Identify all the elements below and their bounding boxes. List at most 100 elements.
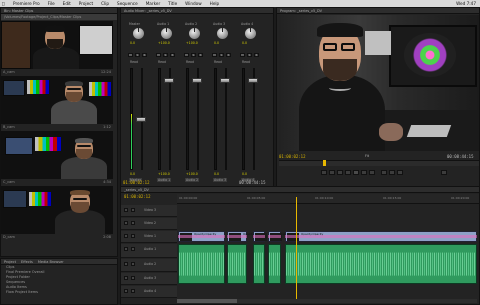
play-icon[interactable] (353, 170, 359, 175)
record-button[interactable]: R (198, 53, 203, 57)
tab-media-browser[interactable]: Media Browser (38, 259, 64, 264)
track-header[interactable]: Video 1 (121, 231, 177, 243)
step-back-icon[interactable] (345, 170, 351, 175)
pan-value[interactable]: 0.0 (214, 41, 219, 45)
record-button[interactable]: R (254, 53, 259, 57)
track-visibility-icon[interactable] (124, 289, 128, 293)
menu-window[interactable]: Window (181, 0, 206, 7)
track-header[interactable]: Video 2 (121, 218, 177, 230)
audio-clip[interactable] (285, 244, 477, 284)
project-item[interactable]: Flow Project Items (1, 290, 117, 295)
tab-effects[interactable]: Effects (21, 259, 33, 264)
volume-value[interactable]: 0.0 (130, 172, 135, 176)
track-visibility-icon[interactable] (124, 221, 128, 225)
pan-knob-icon[interactable] (161, 28, 172, 39)
track-lock-icon[interactable] (131, 234, 135, 238)
track-lock-icon[interactable] (131, 289, 135, 293)
audio-clip[interactable] (178, 244, 225, 284)
track-lock-icon[interactable] (131, 208, 135, 212)
track-visibility-icon[interactable] (124, 234, 128, 238)
go-to-out-icon[interactable] (369, 170, 375, 175)
go-to-in-icon[interactable] (337, 170, 343, 175)
track-header[interactable]: Audio 4 (121, 286, 177, 298)
automation-mode[interactable]: Read (158, 60, 166, 64)
volume-fader[interactable] (220, 78, 230, 83)
tab-project[interactable]: Project (4, 259, 16, 264)
track-header[interactable]: Audio 2 (121, 259, 177, 272)
pan-value[interactable]: 0.0 (242, 41, 247, 45)
bin-clip[interactable]: B_cam 1:12 (1, 76, 113, 130)
volume-fader[interactable] (248, 78, 258, 83)
record-button[interactable]: R (170, 53, 175, 57)
pan-knob-icon[interactable] (189, 28, 200, 39)
timeline-ruler[interactable]: 01:00:00:00 01:00:05:00 01:00:10:00 01:0… (177, 194, 479, 204)
timeline-tab[interactable]: _series_v5_DV (121, 187, 479, 193)
menu-clip[interactable]: Clip (97, 0, 113, 7)
solo-button[interactable]: S (191, 53, 196, 57)
bin-clip[interactable]: A_cam 12:24 (1, 21, 113, 75)
record-button[interactable]: R (226, 53, 231, 57)
volume-fader[interactable] (136, 117, 146, 122)
volume-value[interactable]: 0.0 (214, 172, 219, 176)
program-time-ruler[interactable] (279, 160, 479, 166)
pan-knob-icon[interactable] (217, 28, 228, 39)
volume-fader[interactable] (164, 78, 174, 83)
export-frame-icon[interactable] (397, 170, 403, 175)
timeline-timecode[interactable]: 01:00:02:12 (124, 194, 151, 199)
audio-clip[interactable] (253, 244, 265, 284)
settings-icon[interactable] (441, 170, 447, 175)
audio-clip[interactable] (268, 244, 281, 284)
menu-app[interactable]: Premiere Pro (9, 0, 44, 7)
program-tab[interactable]: Program: _series_v5_DV (277, 8, 479, 14)
timeline-scrollbar[interactable] (177, 299, 477, 303)
mixer-timecode[interactable]: 01:00:02:12 (123, 180, 150, 185)
audio-clip[interactable] (227, 244, 247, 284)
mixer-tab[interactable]: Audio Mixer: _series_v5_DV (121, 8, 273, 14)
automation-mode[interactable]: Read (214, 60, 222, 64)
mute-button[interactable]: M (212, 53, 217, 57)
track-header[interactable]: Audio 1 (121, 244, 177, 258)
track-lock-icon[interactable] (131, 262, 135, 266)
track-header[interactable]: Audio 3 (121, 273, 177, 285)
menu-title[interactable]: Title (164, 0, 181, 7)
volume-value[interactable]: 0.0 (242, 172, 247, 176)
solo-button[interactable]: S (219, 53, 224, 57)
volume-value[interactable]: +100.0 (158, 172, 170, 176)
track-visibility-icon[interactable] (124, 276, 128, 280)
automation-mode[interactable]: Read (242, 60, 250, 64)
bin-clip[interactable]: D_cam 2:08 (1, 186, 113, 240)
timeline-playhead[interactable] (295, 197, 297, 302)
fit-dropdown[interactable]: Fit (365, 154, 369, 158)
pan-value[interactable]: +100.0 (158, 41, 170, 45)
solo-button[interactable]: S (163, 53, 168, 57)
program-timecode[interactable]: 01:00:02:12 (279, 154, 306, 159)
solo-button[interactable]: S (247, 53, 252, 57)
track-lock-icon[interactable] (131, 247, 135, 251)
menu-file[interactable]: File (44, 0, 59, 7)
extract-icon[interactable] (389, 170, 395, 175)
automation-mode[interactable]: Read (186, 60, 194, 64)
mute-button[interactable]: M (128, 53, 133, 57)
menu-marker[interactable]: Marker (142, 0, 164, 7)
mute-button[interactable]: M (240, 53, 245, 57)
track-lock-icon[interactable] (131, 221, 135, 225)
track-header[interactable]: Video 3 (121, 205, 177, 217)
track-visibility-icon[interactable] (124, 262, 128, 266)
lift-icon[interactable] (381, 170, 387, 175)
mark-out-icon[interactable] (329, 170, 335, 175)
menu-help[interactable]: Help (206, 0, 224, 7)
mute-button[interactable]: M (184, 53, 189, 57)
mute-button[interactable]: M (156, 53, 161, 57)
volume-fader[interactable] (192, 78, 202, 83)
track-visibility-icon[interactable] (124, 247, 128, 251)
program-playhead[interactable] (323, 160, 326, 166)
track-lock-icon[interactable] (131, 276, 135, 280)
record-button[interactable]: R (142, 53, 147, 57)
menu-edit[interactable]: Edit (59, 0, 75, 7)
automation-mode[interactable]: Read (130, 60, 138, 64)
step-forward-icon[interactable] (361, 170, 367, 175)
track-visibility-icon[interactable] (124, 208, 128, 212)
bin-clip[interactable]: C_cam 4:34 (1, 131, 113, 185)
pan-knob-icon[interactable] (133, 28, 144, 39)
menu-project[interactable]: Project (75, 0, 97, 7)
